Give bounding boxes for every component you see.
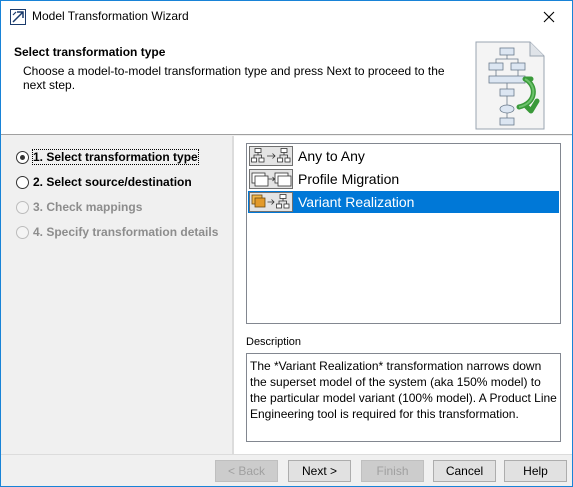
list-item-label: Profile Migration [298, 171, 400, 187]
description-label: Description [246, 336, 302, 348]
cancel-button[interactable]: Cancel [433, 460, 496, 482]
page-description: Choose a model-to-model transformation t… [23, 64, 445, 92]
title-bar[interactable]: Model Transformation Wizard [1, 1, 572, 32]
profile-migration-icon [249, 169, 293, 189]
page-title: Select transformation type [14, 45, 166, 59]
app-icon [10, 9, 26, 25]
step-specify-transformation-details: 4. Specify transformation details [16, 222, 218, 242]
button-bar: < Back Next > Finish Cancel Help [1, 454, 572, 486]
wizard-header: Select transformation type Choose a mode… [1, 32, 572, 135]
close-button[interactable] [526, 1, 572, 32]
variant-realization-icon [249, 192, 293, 212]
step-select-source-destination[interactable]: 2. Select source/destination [16, 172, 192, 192]
transformation-diagram-icon [475, 41, 545, 130]
step-check-mappings: 3. Check mappings [16, 197, 142, 217]
back-button[interactable]: < Back [215, 460, 278, 482]
step-radio[interactable] [16, 150, 29, 164]
step-radio[interactable] [16, 175, 29, 189]
help-button[interactable]: Help [504, 460, 567, 482]
step-radio [16, 200, 29, 214]
transformation-type-list[interactable]: Any to Any Profile Migration Variant Rea… [246, 143, 561, 324]
list-item-variant-realization[interactable]: Variant Realization [248, 191, 559, 213]
step-label: 2. Select source/destination [33, 175, 192, 189]
step-label: 1. Select transformation type [32, 149, 199, 165]
finish-button[interactable]: Finish [361, 460, 424, 482]
step-label: 4. Specify transformation details [33, 225, 219, 239]
list-item-label: Variant Realization [298, 194, 415, 210]
any-to-any-icon [249, 146, 293, 166]
step-select-transformation-type[interactable]: 1. Select transformation type [16, 147, 199, 167]
wizard-window: Model Transformation Wizard Select trans… [0, 0, 573, 487]
list-item-label: Any to Any [298, 148, 365, 164]
step-label: 3. Check mappings [33, 200, 143, 214]
window-title: Model Transformation Wizard [32, 9, 189, 23]
steps-panel: 1. Select transformation type 2. Select … [1, 136, 231, 454]
next-button[interactable]: Next > [288, 460, 351, 482]
list-item-profile-migration[interactable]: Profile Migration [248, 168, 559, 190]
description-box[interactable]: The *Variant Realization* transformation… [246, 353, 561, 442]
close-icon [543, 11, 555, 22]
step-radio [16, 225, 29, 239]
list-item-any-to-any[interactable]: Any to Any [248, 145, 559, 167]
